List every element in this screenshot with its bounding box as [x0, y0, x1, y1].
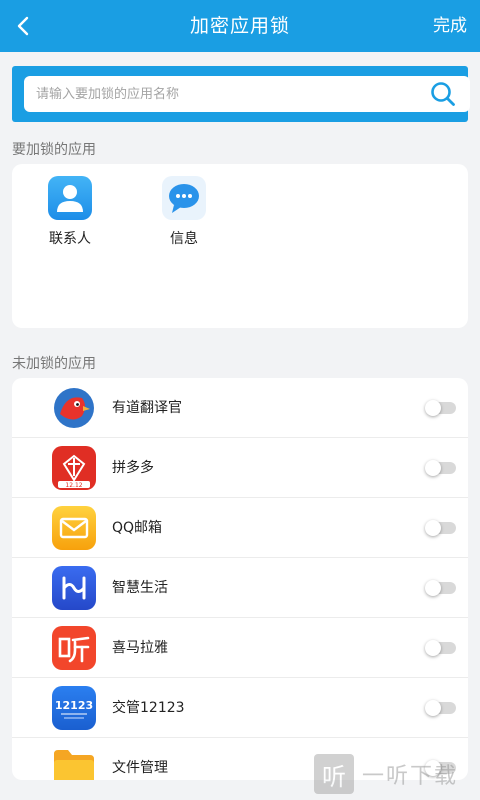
- svg-text:12.12: 12.12: [65, 482, 82, 489]
- done-button[interactable]: 完成: [433, 0, 467, 52]
- toggle-knob: [425, 580, 441, 596]
- list-item[interactable]: 有道翻译官: [12, 378, 468, 438]
- locked-app-label: 联系人: [49, 231, 91, 247]
- locked-app-messages[interactable]: 信息: [144, 176, 224, 248]
- app-name: QQ邮箱: [112, 520, 163, 536]
- lock-toggle[interactable]: [425, 520, 456, 536]
- ximalaya-icon: [52, 626, 96, 670]
- toggle-knob: [425, 760, 441, 776]
- app-name: 喜马拉雅: [112, 640, 168, 656]
- lock-toggle[interactable]: [425, 640, 456, 656]
- traffic-12123-icon: 12123: [52, 686, 96, 730]
- unlocked-apps-list: 有道翻译官 12.12 拼多多 QQ邮箱 智慧生活 喜马拉雅 12123 交管1…: [12, 378, 468, 780]
- toggle-knob: [425, 400, 441, 416]
- lock-toggle[interactable]: [425, 460, 456, 476]
- qq-mail-icon: [52, 506, 96, 550]
- locked-app-label: 信息: [170, 231, 198, 247]
- list-item[interactable]: 智慧生活: [12, 558, 468, 618]
- locked-section-title: 要加锁的应用: [12, 142, 96, 158]
- search-bar: [12, 66, 470, 122]
- app-name: 交管12123: [112, 700, 185, 716]
- file-manager-icon: [52, 746, 96, 780]
- locked-apps-card: 联系人 信息: [12, 164, 468, 328]
- youdao-translate-icon: [52, 386, 96, 430]
- toggle-knob: [425, 520, 441, 536]
- locked-app-contacts[interactable]: 联系人: [30, 176, 110, 248]
- svg-text:12123: 12123: [55, 699, 93, 712]
- lock-toggle[interactable]: [425, 700, 456, 716]
- search-icon[interactable]: [430, 81, 456, 107]
- toggle-knob: [425, 700, 441, 716]
- back-button[interactable]: [6, 8, 42, 44]
- search-box: [24, 76, 470, 112]
- list-item[interactable]: 喜马拉雅: [12, 618, 468, 678]
- chevron-left-icon: [17, 16, 29, 36]
- search-input[interactable]: [36, 76, 416, 112]
- pinduoduo-icon: 12.12: [52, 446, 96, 490]
- app-name: 有道翻译官: [112, 400, 182, 416]
- app-name: 拼多多: [112, 460, 154, 476]
- page-title: 加密应用锁: [189, 15, 290, 37]
- contacts-icon: [48, 176, 92, 220]
- unlocked-section-title: 未加锁的应用: [12, 356, 96, 372]
- list-item[interactable]: 12123 交管12123: [12, 678, 468, 738]
- lock-toggle[interactable]: [425, 400, 456, 416]
- lock-toggle[interactable]: [425, 580, 456, 596]
- lock-toggle[interactable]: [425, 760, 456, 776]
- app-header: 加密应用锁 完成: [0, 0, 480, 52]
- list-item[interactable]: QQ邮箱: [12, 498, 468, 558]
- toggle-knob: [425, 460, 441, 476]
- toggle-knob: [425, 640, 441, 656]
- list-item[interactable]: 12.12 拼多多: [12, 438, 468, 498]
- app-name: 智慧生活: [112, 580, 168, 596]
- messages-icon: [162, 176, 206, 220]
- app-name: 文件管理: [112, 760, 168, 776]
- smart-life-icon: [52, 566, 96, 610]
- list-item[interactable]: 文件管理: [12, 738, 468, 780]
